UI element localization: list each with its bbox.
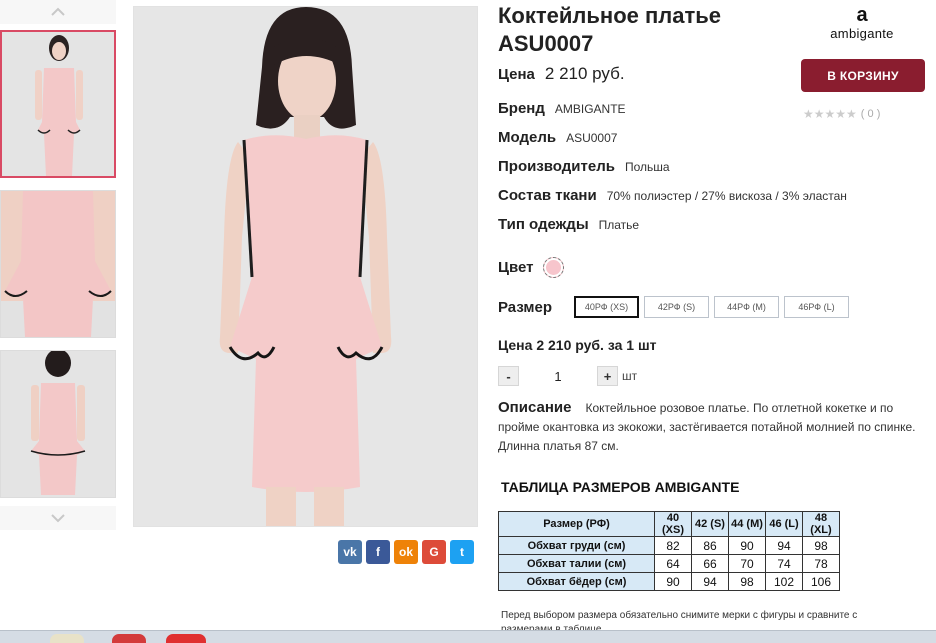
price-value: 2 210 руб. xyxy=(544,64,625,83)
taskbar-app-icon[interactable] xyxy=(166,634,206,643)
thumbnails-up-button[interactable] xyxy=(0,0,116,24)
vk-share-button[interactable]: vk xyxy=(338,540,362,564)
spec-value: ASU0007 xyxy=(566,131,618,145)
twitter-share-button[interactable]: t xyxy=(450,540,474,564)
chevron-down-icon xyxy=(51,514,65,523)
spec-value: Польша xyxy=(624,160,670,174)
thumbnail-back-detail[interactable] xyxy=(0,190,116,338)
table-row-label: Обхват груди (см) xyxy=(498,536,655,555)
description-label: Описание xyxy=(498,399,572,416)
thumbnail-gallery xyxy=(0,0,116,530)
table-cell: 106 xyxy=(802,572,840,591)
table-cell: 94 xyxy=(765,536,803,555)
table-header-cell: 42 (S) xyxy=(691,511,729,537)
brand-logo-mark: a xyxy=(856,4,868,26)
dress-front-thumbnail-image xyxy=(2,32,114,176)
size-option-46-l[interactable]: 46РФ (L) xyxy=(784,296,850,318)
dress-back-thumbnail-image xyxy=(1,351,115,497)
size-option-42-s[interactable]: 42РФ (S) xyxy=(644,296,710,318)
table-row: Обхват талии (см) 64 66 70 74 78 xyxy=(498,554,840,573)
spec-label: Производитель xyxy=(498,158,615,175)
chevron-up-icon xyxy=(51,7,65,16)
thumbnails-down-button[interactable] xyxy=(0,506,116,530)
spec-value: 70% полиэстер / 27% вискоза / 3% эластан xyxy=(606,189,847,203)
brand-logo[interactable]: a ambigante xyxy=(816,4,908,41)
spec-row-clothing-type: Тип одежды Платье xyxy=(498,216,639,233)
size-option-40-xs[interactable]: 40РФ (XS) xyxy=(574,296,640,318)
spec-label: Модель xyxy=(498,129,557,146)
quantity-minus-button[interactable]: - xyxy=(498,366,519,386)
table-row: Обхват груди (см) 82 86 90 94 98 xyxy=(498,536,840,555)
facebook-share-button[interactable]: f xyxy=(366,540,390,564)
taskbar-app-icon[interactable] xyxy=(50,634,84,643)
brand-logo-text: ambigante xyxy=(830,26,894,41)
spec-value: Платье xyxy=(598,218,640,232)
spec-row-brand: Бренд AMBIGANTE xyxy=(498,100,626,117)
table-header-cell: 48 (XL) xyxy=(802,511,840,537)
table-header-cell: Размер (РФ) xyxy=(498,511,655,537)
product-title: Коктейльное платье ASU0007 xyxy=(498,3,722,56)
table-row: Обхват бёдер (см) 90 94 98 102 106 xyxy=(498,572,840,591)
table-row-label: Обхват бёдер (см) xyxy=(498,572,655,591)
os-taskbar xyxy=(0,630,936,643)
quantity-unit: шт xyxy=(622,369,638,383)
spec-row-manufacturer: Производитель Польша xyxy=(498,158,670,175)
unit-price-row: Цена 2 210 руб. за 1 шт xyxy=(498,337,656,353)
spec-label: Состав ткани xyxy=(498,187,597,204)
table-cell: 90 xyxy=(654,572,692,591)
size-option-44-m[interactable]: 44РФ (M) xyxy=(714,296,780,318)
thumbnail-back[interactable] xyxy=(0,350,116,498)
odnoklassniki-share-button[interactable]: ok xyxy=(394,540,418,564)
rating-count: ( 0 ) xyxy=(860,108,881,120)
size-options: 40РФ (XS) 42РФ (S) 44РФ (M) 46РФ (L) xyxy=(574,296,850,318)
google-share-button[interactable]: G xyxy=(422,540,446,564)
color-swatch-pink[interactable] xyxy=(543,257,565,278)
rating[interactable]: ★★★★★ ( 0 ) xyxy=(803,107,880,121)
spec-row-model: Модель ASU0007 xyxy=(498,129,617,146)
table-cell: 82 xyxy=(654,536,692,555)
table-cell: 86 xyxy=(691,536,729,555)
rating-stars-icon[interactable]: ★★★★★ xyxy=(803,107,857,121)
spec-value: AMBIGANTE xyxy=(554,102,626,116)
table-cell: 90 xyxy=(728,536,766,555)
size-row: Размер 40РФ (XS) 42РФ (S) 44РФ (M) 46РФ … xyxy=(498,296,850,318)
table-header-cell: 46 (L) xyxy=(765,511,803,537)
thumbnail-front[interactable] xyxy=(0,30,116,178)
table-cell: 98 xyxy=(728,572,766,591)
quantity-input[interactable]: 1 xyxy=(519,369,597,384)
quantity-stepper: - 1 + шт xyxy=(498,366,637,386)
spec-label: Бренд xyxy=(498,100,545,117)
table-cell: 74 xyxy=(765,554,803,573)
spec-row-fabric: Состав ткани 70% полиэстер / 27% вискоза… xyxy=(498,187,847,204)
table-row-label: Обхват талии (см) xyxy=(498,554,655,573)
quantity-plus-button[interactable]: + xyxy=(597,366,618,386)
taskbar-app-icon[interactable] xyxy=(112,634,146,643)
share-buttons: vk f ok G t xyxy=(338,540,474,564)
size-label: Размер xyxy=(498,298,553,316)
price-label: Цена xyxy=(498,66,535,83)
table-cell: 94 xyxy=(691,572,729,591)
table-cell: 66 xyxy=(691,554,729,573)
unit-price-text: Цена 2 210 руб. за 1 шт xyxy=(498,337,657,353)
spec-label: Тип одежды xyxy=(498,216,589,233)
main-product-photo[interactable] xyxy=(133,6,478,527)
table-cell: 64 xyxy=(654,554,692,573)
add-to-cart-button[interactable]: В КОРЗИНУ xyxy=(801,59,925,92)
color-row: Цвет xyxy=(498,257,565,278)
dress-main-image xyxy=(134,7,477,526)
size-table: Размер (РФ) 40 (XS) 42 (S) 44 (M) 46 (L)… xyxy=(498,511,840,591)
description: Описание Коктейльное розовое платье. По о… xyxy=(498,398,923,456)
table-header-row: Размер (РФ) 40 (XS) 42 (S) 44 (M) 46 (L)… xyxy=(498,511,840,537)
table-header-cell: 40 (XS) xyxy=(654,511,692,537)
color-label: Цвет xyxy=(498,259,534,276)
table-header-cell: 44 (M) xyxy=(728,511,766,537)
table-cell: 78 xyxy=(802,554,840,573)
dress-back-detail-thumbnail-image xyxy=(1,191,115,337)
price-row: Цена 2 210 руб. xyxy=(498,64,625,84)
table-cell: 98 xyxy=(802,536,840,555)
table-cell: 70 xyxy=(728,554,766,573)
size-table-title: ТАБЛИЦА РАЗМЕРОВ AMBIGANTE xyxy=(501,479,740,495)
table-cell: 102 xyxy=(765,572,803,591)
